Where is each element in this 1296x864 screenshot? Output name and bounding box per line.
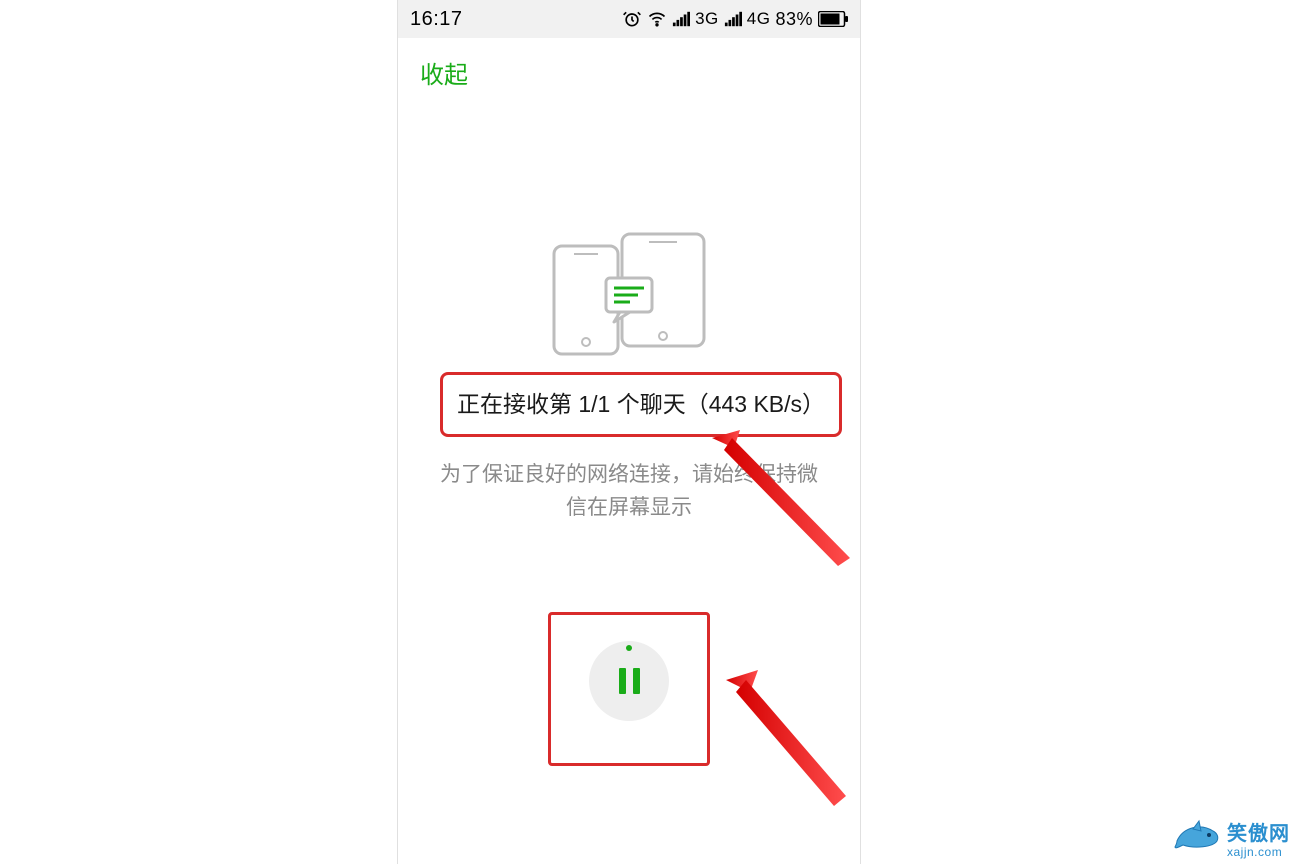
signal-icon <box>672 10 690 28</box>
pause-area <box>398 612 860 766</box>
phone-screenshot: 16:17 <box>397 0 861 864</box>
transfer-status-box: 正在接收第 1/1 个聊天（443 KB/s） <box>440 372 842 437</box>
pause-highlight-box <box>548 612 710 766</box>
wifi-icon <box>647 9 667 29</box>
watermark-url: xajjn.com <box>1227 846 1282 858</box>
pause-button[interactable] <box>589 641 669 721</box>
shark-icon <box>1173 817 1221 858</box>
transfer-illustration <box>398 226 860 356</box>
sim1-label: 3G <box>695 9 719 29</box>
two-phones-transfer-icon <box>544 226 714 356</box>
nav-bar: 收起 <box>398 38 860 106</box>
pause-icon <box>619 668 640 694</box>
watermark-name: 笑傲网 <box>1227 824 1290 844</box>
collapse-button[interactable]: 收起 <box>420 55 468 90</box>
battery-icon <box>818 11 848 27</box>
battery-percent: 83% <box>775 9 813 30</box>
loading-dot-icon <box>626 645 632 651</box>
status-bar: 16:17 <box>398 0 860 38</box>
signal-icon <box>724 10 742 28</box>
status-time: 16:17 <box>410 8 463 31</box>
alarm-icon <box>622 9 642 29</box>
sim2-label: 4G <box>747 9 771 29</box>
transfer-status-text: 正在接收第 1/1 个聊天（443 KB/s） <box>457 391 825 417</box>
hint-text: 为了保证良好的网络连接，请始终保持微信在屏幕显示 <box>438 459 820 524</box>
status-indicators: 3G 4G 83% <box>622 9 848 30</box>
watermark: 笑傲网 xajjn.com <box>1173 817 1290 858</box>
